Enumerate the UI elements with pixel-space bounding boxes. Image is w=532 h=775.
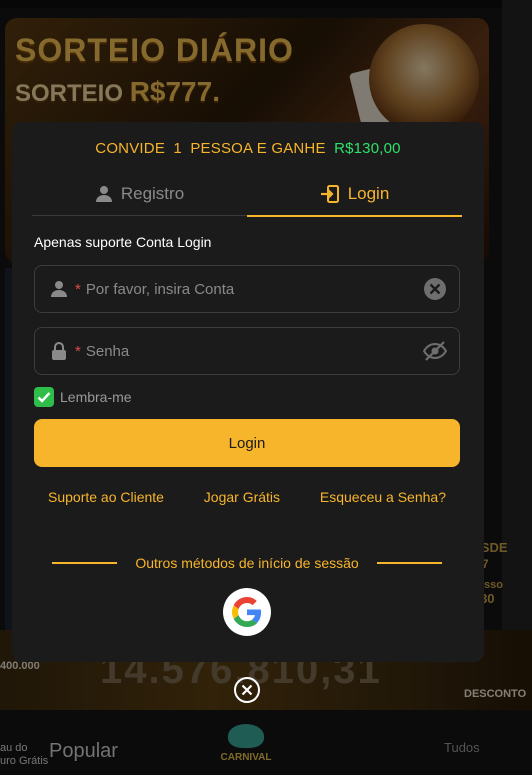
forgot-password-link[interactable]: Esqueceu a Senha?: [320, 489, 446, 505]
divider-line-right: [376, 562, 442, 564]
invite-prefix: CONVIDE: [95, 140, 166, 157]
password-required-mark: *: [75, 342, 81, 360]
google-login-button[interactable]: [223, 588, 271, 636]
invite-amount: R$130,00: [334, 140, 401, 157]
clear-icon[interactable]: [411, 277, 459, 301]
invite-middle: PESSOA E GANHE: [190, 140, 326, 157]
remember-label: Lembra-me: [60, 389, 132, 405]
tab-registro-label: Registro: [120, 184, 185, 203]
password-field[interactable]: *: [34, 327, 460, 375]
login-icon: [320, 185, 339, 203]
tab-login[interactable]: Login: [247, 172, 462, 217]
account-input[interactable]: [85, 280, 411, 298]
play-free-link[interactable]: Jogar Grátis: [204, 489, 280, 505]
other-methods-divider: Outros métodos de início de sessão: [52, 555, 442, 571]
account-field[interactable]: *: [34, 265, 460, 313]
user-icon: [95, 186, 112, 202]
login-button[interactable]: Login: [34, 419, 460, 467]
remember-checkbox[interactable]: [34, 387, 54, 407]
user-field-icon: [35, 280, 75, 298]
tab-registro[interactable]: Registro: [32, 172, 247, 216]
lock-icon: [35, 342, 75, 360]
login-modal: CONVIDE 1 PESSOA E GANHE R$130,00 Regist…: [12, 122, 484, 662]
tab-login-label: Login: [347, 184, 390, 203]
invite-banner: CONVIDE 1 PESSOA E GANHE R$130,00: [12, 140, 484, 157]
remember-me[interactable]: Lembra-me: [34, 387, 132, 407]
support-link[interactable]: Suporte ao Cliente: [48, 489, 164, 505]
eye-off-icon[interactable]: [411, 341, 459, 361]
help-links: Suporte ao Cliente Jogar Grátis Esqueceu…: [34, 489, 460, 505]
account-required-mark: *: [75, 280, 81, 298]
other-methods-label: Outros métodos de início de sessão: [135, 555, 359, 571]
divider-line-left: [52, 562, 118, 564]
check-icon: [37, 392, 51, 403]
close-icon: [241, 684, 253, 696]
google-icon: [232, 597, 262, 627]
invite-count: 1: [173, 140, 182, 157]
auth-tabs: Registro Login: [32, 172, 462, 217]
close-modal-button[interactable]: [234, 677, 260, 703]
password-input[interactable]: [85, 342, 411, 360]
support-note: Apenas suporte Conta Login: [34, 234, 212, 250]
